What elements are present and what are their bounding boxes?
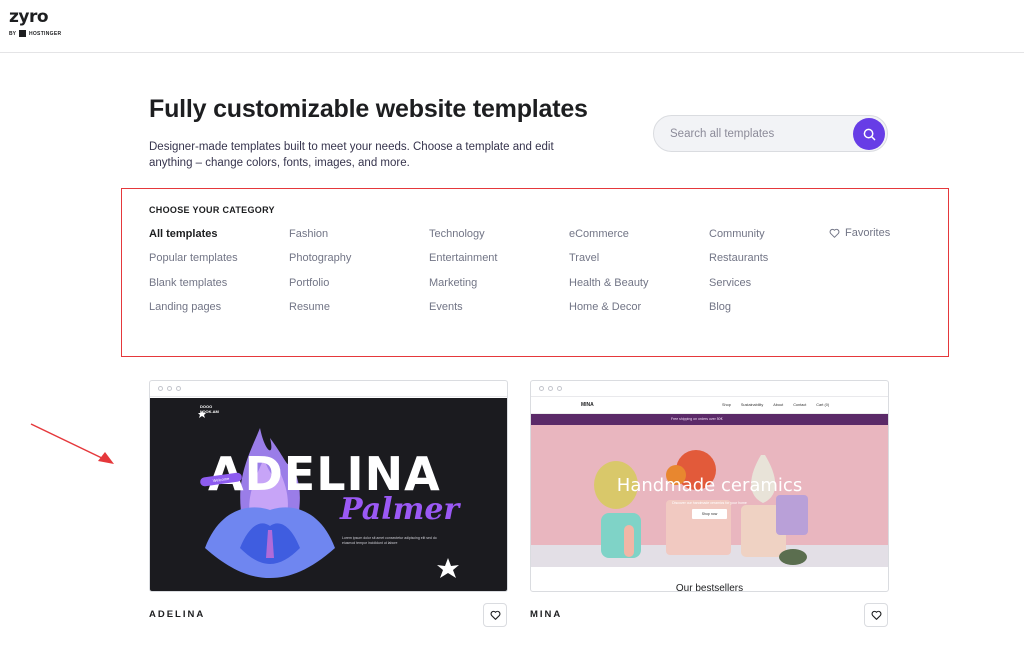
preview-section-title: Our bestsellers [675, 583, 744, 592]
preview-nav-shop: Shop [722, 403, 731, 407]
top-bar: zyro BY HOSTINGER [0, 0, 1024, 53]
template-name-adelina: ADELINA [149, 609, 206, 620]
category-marketing[interactable]: Marketing [429, 277, 497, 301]
browser-chrome [150, 381, 507, 397]
page-description: Designer-made templates built to meet yo… [149, 141, 554, 169]
preview-nav-contact: Contact [793, 403, 807, 407]
category-column-1: All templates Popular templates Blank te… [149, 228, 238, 325]
search-input[interactable] [670, 125, 840, 143]
logo-wordmark: zyro [9, 7, 49, 27]
search-icon [863, 128, 875, 140]
logo-byline: BY HOSTINGER [9, 30, 61, 37]
search-bar [653, 115, 888, 152]
heart-icon [490, 610, 500, 620]
preview-headline: ADELINA [208, 447, 441, 501]
ceramics-illustration [531, 450, 888, 567]
category-home-decor[interactable]: Home & Decor [569, 301, 649, 325]
hostinger-icon [18, 30, 26, 37]
browser-chrome [531, 381, 888, 397]
logo-by: BY [9, 30, 16, 37]
category-column-2: Fashion Photography Portfolio Resume [289, 228, 351, 325]
category-landing-pages[interactable]: Landing pages [149, 301, 238, 325]
window-dot-icon [557, 386, 562, 391]
category-health-beauty[interactable]: Health & Beauty [569, 277, 649, 301]
category-portfolio[interactable]: Portfolio [289, 277, 351, 301]
preview-cta: Shop now [692, 509, 727, 519]
preview-nav-links: Shop Sustainability About Contact Cart (… [722, 403, 829, 407]
template-name-mina: MINA [530, 609, 563, 620]
preview-banner: Free shipping on orders over 50€ [531, 414, 888, 425]
preview-subline: Discover our handmade ceramics for your … [672, 501, 747, 505]
category-events[interactable]: Events [429, 301, 497, 325]
page-title: Fully customizable website templates [149, 95, 588, 123]
category-column-4: eCommerce Travel Health & Beauty Home & … [569, 228, 649, 325]
favorite-button-mina[interactable] [864, 603, 888, 627]
template-preview-mina: Handmade ceramics Discover our handmade … [531, 425, 888, 567]
preview-headline: Handmade ceramics [616, 475, 803, 496]
category-technology[interactable]: Technology [429, 228, 497, 252]
category-community[interactable]: Community [709, 228, 768, 252]
window-dot-icon [539, 386, 544, 391]
annotation-arrow [30, 423, 114, 464]
category-popular-templates[interactable]: Popular templates [149, 252, 238, 276]
preview-nav-sustainability: Sustainability [740, 403, 764, 407]
category-fashion[interactable]: Fashion [289, 228, 351, 252]
category-blog[interactable]: Blog [709, 301, 768, 325]
zyro-logo[interactable]: zyro BY HOSTINGER [9, 8, 61, 37]
category-blank-templates[interactable]: Blank templates [149, 277, 238, 301]
favorites-label: Favorites [845, 227, 891, 239]
logo-parent: HOSTINGER [28, 30, 62, 37]
category-photography[interactable]: Photography [289, 252, 351, 276]
heart-icon [871, 610, 881, 620]
category-column-3: Technology Entertainment Marketing Event… [429, 228, 497, 325]
category-all-templates[interactable]: All templates [149, 228, 238, 252]
heart-icon [829, 228, 840, 238]
category-heading: CHOOSE YOUR CATEGORY [149, 205, 275, 215]
preview-navbar: MINA Shop Sustainability About Contact C… [531, 398, 888, 414]
window-dot-icon [548, 386, 553, 391]
template-preview-adelina: DOOO LOOK.AM ADELINA Palmer Welcome Lore… [150, 398, 507, 591]
template-card-adelina[interactable]: DOOO LOOK.AM ADELINA Palmer Welcome Lore… [149, 380, 508, 592]
category-resume[interactable]: Resume [289, 301, 351, 325]
preview-banner-text: Free shipping on orders over 50€ [671, 417, 723, 421]
category-column-5: Community Restaurants Services Blog [709, 228, 768, 325]
category-restaurants[interactable]: Restaurants [709, 252, 768, 276]
preview-script: Palmer [340, 492, 460, 527]
window-dot-icon [176, 386, 181, 391]
preview-nav-about: About [773, 403, 784, 407]
window-dot-icon [167, 386, 172, 391]
preview-nav-cart: Cart (0) [816, 403, 830, 407]
preview-logo: MINA [581, 402, 594, 408]
search-button[interactable] [853, 118, 885, 150]
category-entertainment[interactable]: Entertainment [429, 252, 497, 276]
template-card-mina[interactable]: MINA Shop Sustainability About Contact C… [530, 380, 889, 592]
category-ecommerce[interactable]: eCommerce [569, 228, 649, 252]
favorite-button-adelina[interactable] [483, 603, 507, 627]
window-dot-icon [158, 386, 163, 391]
category-services[interactable]: Services [709, 277, 768, 301]
preview-body: Lorem ipsum dolor sit amet consectetur a… [342, 536, 437, 545]
category-travel[interactable]: Travel [569, 252, 649, 276]
favorites-link[interactable]: Favorites [829, 227, 890, 239]
